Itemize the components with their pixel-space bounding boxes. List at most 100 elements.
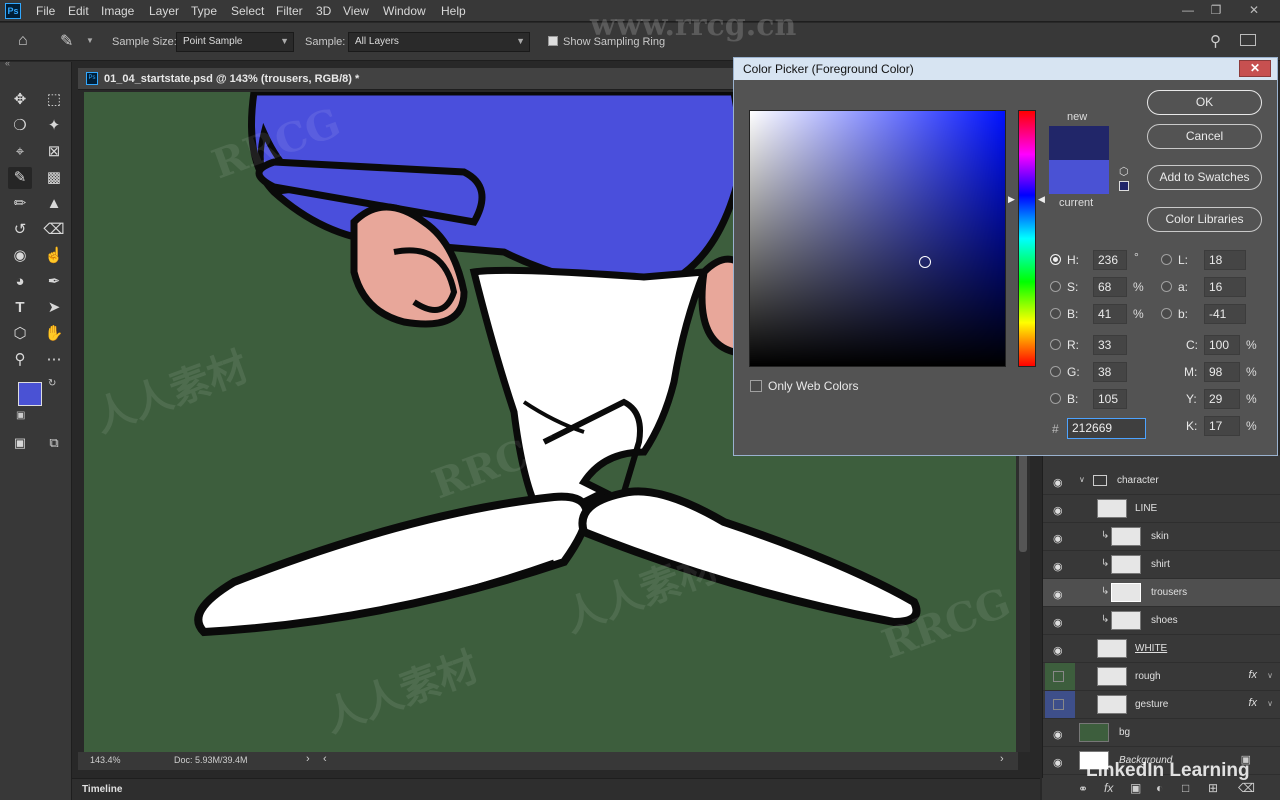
- zoom-level[interactable]: 143.4%: [90, 755, 121, 765]
- a-channel-input[interactable]: 16: [1204, 277, 1246, 297]
- magenta-input[interactable]: 98: [1204, 362, 1240, 382]
- layer-row-bg[interactable]: ◉ bg: [1043, 719, 1280, 747]
- visibility-eye-icon[interactable]: ◉: [1053, 476, 1067, 489]
- menu-help[interactable]: Help: [441, 4, 466, 18]
- menu-layer[interactable]: Layer: [149, 4, 179, 18]
- more-tools-icon[interactable]: ⋯: [42, 349, 66, 371]
- show-sampling-ring-checkbox[interactable]: [548, 36, 558, 46]
- hue-slider-right-arrow-icon[interactable]: ◀: [1038, 194, 1045, 205]
- pen-tool-icon[interactable]: ✒: [42, 271, 66, 293]
- link-layers-icon[interactable]: ⚭: [1078, 782, 1088, 796]
- layer-effects-icon[interactable]: fx: [1248, 669, 1257, 681]
- cyan-input[interactable]: 100: [1204, 335, 1240, 355]
- screen-mode-icon[interactable]: ⧉: [42, 432, 66, 454]
- add-mask-icon[interactable]: ▣: [1130, 781, 1141, 795]
- hue-radio[interactable]: [1050, 254, 1061, 265]
- layer-row-shoes[interactable]: ◉ ↳ shoes: [1043, 607, 1280, 635]
- visibility-eye-icon[interactable]: ◉: [1053, 756, 1067, 769]
- menu-view[interactable]: View: [343, 4, 369, 18]
- zoom-tool-icon[interactable]: ⚲: [8, 349, 32, 371]
- menu-type[interactable]: Type: [191, 4, 217, 18]
- new-layer-icon[interactable]: ⊞: [1208, 781, 1218, 795]
- layer-row-skin[interactable]: ◉ ↳ skin: [1043, 523, 1280, 551]
- workspace-icon[interactable]: [1240, 34, 1256, 46]
- menu-3d[interactable]: 3D: [316, 4, 331, 18]
- black-input[interactable]: 17: [1204, 416, 1240, 436]
- marquee-tool-icon[interactable]: ⬚: [42, 89, 66, 111]
- expand-chevron-icon[interactable]: ∨: [1079, 475, 1085, 484]
- green-input[interactable]: 38: [1093, 362, 1127, 382]
- healing-brush-tool-icon[interactable]: ▩: [42, 167, 66, 189]
- move-tool-icon[interactable]: ✥: [8, 89, 32, 111]
- type-tool-icon[interactable]: T: [8, 297, 32, 319]
- layer-row-shirt[interactable]: ◉ ↳ shirt: [1043, 551, 1280, 579]
- red-input[interactable]: 33: [1093, 335, 1127, 355]
- lasso-tool-icon[interactable]: ❍: [8, 115, 32, 137]
- brush-tool-icon[interactable]: ✏: [8, 193, 32, 215]
- a-channel-radio[interactable]: [1161, 281, 1172, 292]
- brightness-radio[interactable]: [1050, 308, 1061, 319]
- layer-row-line[interactable]: ◉ LINE: [1043, 495, 1280, 523]
- adjustment-layer-icon[interactable]: ◐: [1156, 781, 1163, 795]
- collapse-toolbar-icon[interactable]: «: [5, 58, 10, 68]
- status-menu-chevron-icon[interactable]: ›: [306, 753, 310, 765]
- menu-filter[interactable]: Filter: [276, 4, 303, 18]
- search-icon[interactable]: ⚲: [1210, 32, 1221, 50]
- sample-select[interactable]: All Layers ▼: [348, 32, 530, 52]
- menu-select[interactable]: Select: [231, 4, 264, 18]
- hex-input[interactable]: 212669: [1067, 418, 1146, 439]
- color-field-marker[interactable]: [919, 256, 931, 268]
- close-window-icon[interactable]: ✕: [1246, 3, 1262, 19]
- visibility-eye-icon[interactable]: ◉: [1053, 728, 1067, 741]
- lightness-radio[interactable]: [1161, 254, 1172, 265]
- layer-row-gesture[interactable]: gesture fx ∨: [1043, 691, 1280, 719]
- cancel-button[interactable]: Cancel: [1147, 124, 1262, 149]
- hand-tool-icon[interactable]: ✋: [42, 323, 66, 345]
- add-to-swatches-button[interactable]: Add to Swatches: [1147, 165, 1262, 190]
- paint-bucket-tool-icon[interactable]: ◉: [8, 245, 32, 267]
- magic-wand-tool-icon[interactable]: ✦: [42, 115, 66, 137]
- menu-image[interactable]: Image: [101, 4, 134, 18]
- b-channel-input[interactable]: -41: [1204, 304, 1246, 324]
- history-brush-tool-icon[interactable]: ↺: [8, 219, 32, 241]
- menu-window[interactable]: Window: [383, 4, 426, 18]
- visibility-eye-icon[interactable]: ◉: [1053, 532, 1067, 545]
- tool-preset-chevron-icon[interactable]: ▼: [86, 36, 94, 45]
- web-safe-swatch-icon[interactable]: [1119, 181, 1129, 191]
- add-style-icon[interactable]: fx: [1104, 781, 1113, 795]
- menu-edit[interactable]: Edit: [68, 4, 89, 18]
- only-web-colors-checkbox[interactable]: [750, 380, 762, 392]
- layer-row-character[interactable]: ◉ ∨ character: [1043, 467, 1280, 495]
- scroll-left-icon[interactable]: ‹: [323, 753, 327, 765]
- visibility-eye-icon[interactable]: ◉: [1053, 588, 1067, 601]
- hue-input[interactable]: 236: [1093, 250, 1127, 270]
- saturation-radio[interactable]: [1050, 281, 1061, 292]
- minimize-icon[interactable]: —: [1180, 3, 1196, 19]
- document-tab[interactable]: Ps 01_04_startstate.psd @ 143% (trousers…: [78, 68, 818, 90]
- clone-stamp-tool-icon[interactable]: ▲: [42, 193, 66, 215]
- smudge-tool-icon[interactable]: ☝: [42, 245, 66, 267]
- b-channel-radio[interactable]: [1161, 308, 1172, 319]
- blue-input[interactable]: 105: [1093, 389, 1127, 409]
- dialog-close-button[interactable]: ✕: [1239, 60, 1271, 77]
- layer-row-rough[interactable]: rough fx ∨: [1043, 663, 1280, 691]
- color-libraries-button[interactable]: Color Libraries: [1147, 207, 1262, 232]
- layer-row-trousers[interactable]: ◉ ↳ trousers: [1043, 579, 1280, 607]
- blue-radio[interactable]: [1050, 393, 1061, 404]
- eyedropper-tool-icon[interactable]: ✎: [60, 31, 73, 51]
- sample-size-select[interactable]: Point Sample ▼: [176, 32, 294, 52]
- visibility-eye-icon[interactable]: ◉: [1053, 560, 1067, 573]
- frame-tool-icon[interactable]: ⊠: [42, 141, 66, 163]
- menu-file[interactable]: File: [36, 4, 55, 18]
- eraser-tool-icon[interactable]: ⌫: [42, 219, 66, 241]
- eyedropper-tool-icon[interactable]: ✎: [8, 167, 32, 189]
- foreground-color-swatch[interactable]: [18, 382, 42, 406]
- current-color-swatch[interactable]: [1049, 160, 1109, 194]
- visibility-eye-icon[interactable]: ◉: [1053, 644, 1067, 657]
- hue-slider[interactable]: [1018, 110, 1036, 367]
- brightness-input[interactable]: 41: [1093, 304, 1127, 324]
- lightness-input[interactable]: 18: [1204, 250, 1246, 270]
- delete-layer-icon[interactable]: ⌫: [1238, 781, 1255, 795]
- home-icon[interactable]: ⌂: [18, 32, 28, 50]
- scroll-right-icon[interactable]: ›: [1000, 753, 1004, 765]
